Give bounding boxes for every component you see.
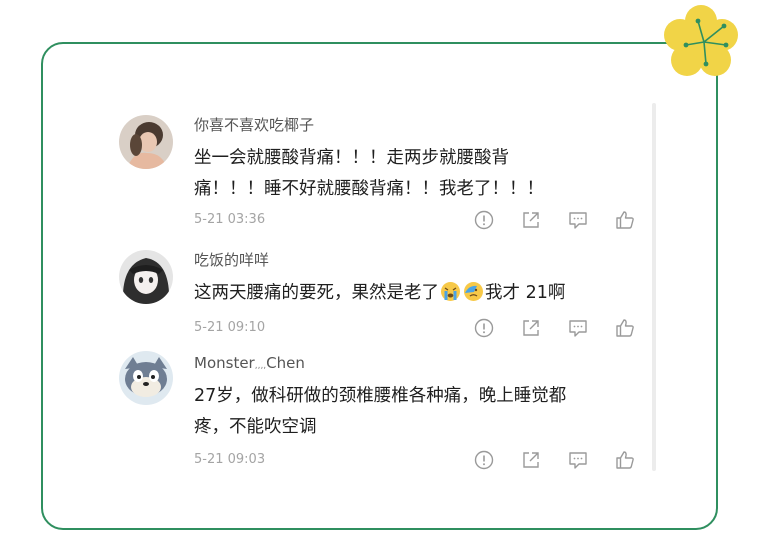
crying-face-emoji	[440, 281, 461, 302]
scrollbar[interactable]	[652, 103, 656, 471]
like-icon[interactable]	[614, 317, 636, 339]
username[interactable]: Monster,,,,Chen	[194, 353, 305, 376]
comment-text-part: 我才 21啊	[485, 283, 566, 303]
report-icon[interactable]	[473, 317, 495, 339]
username[interactable]: 吃饭的咩咩	[194, 250, 269, 270]
comment-actions	[473, 209, 636, 231]
sad-face-emoji	[463, 281, 484, 302]
username[interactable]: 你喜不喜欢吃椰子	[194, 115, 314, 135]
cartoon-cat-avatar[interactable]	[119, 351, 173, 405]
comment-text: 27岁，做科研做的颈椎腰椎各种痛，晚上睡觉都 疼，不能吹空调	[194, 386, 567, 437]
anime-girl-avatar[interactable]	[119, 250, 173, 304]
comment-date: 5-21 03:36	[194, 212, 266, 227]
report-icon[interactable]	[473, 209, 495, 231]
comment-text: 坐一会就腰酸背痛！！！走两步就腰酸背 痛！！！睡不好就腰酸背痛！！我老了！！！	[194, 148, 544, 199]
username-part: ,,,,	[254, 361, 267, 371]
comment-date: 5-21 09:03	[194, 452, 266, 467]
comment-text-part: 这两天腰痛的要死，果然是老了	[194, 283, 439, 303]
share-icon[interactable]	[520, 317, 542, 339]
reply-icon[interactable]	[567, 209, 589, 231]
reply-icon[interactable]	[567, 449, 589, 471]
comment-date: 5-21 09:10	[194, 320, 266, 335]
comment-actions	[473, 449, 636, 471]
username-part: Monster	[194, 354, 255, 372]
like-icon[interactable]	[614, 449, 636, 471]
username-part: Chen	[266, 354, 305, 372]
comment-text: 这两天腰痛的要死，果然是老了 我才 21啊	[194, 278, 644, 309]
report-icon[interactable]	[473, 449, 495, 471]
flower-decoration-icon	[664, 5, 738, 76]
share-icon[interactable]	[520, 209, 542, 231]
like-icon[interactable]	[614, 209, 636, 231]
share-icon[interactable]	[520, 449, 542, 471]
comment-actions	[473, 317, 636, 339]
user-photo-avatar[interactable]	[119, 115, 173, 169]
reply-icon[interactable]	[567, 317, 589, 339]
